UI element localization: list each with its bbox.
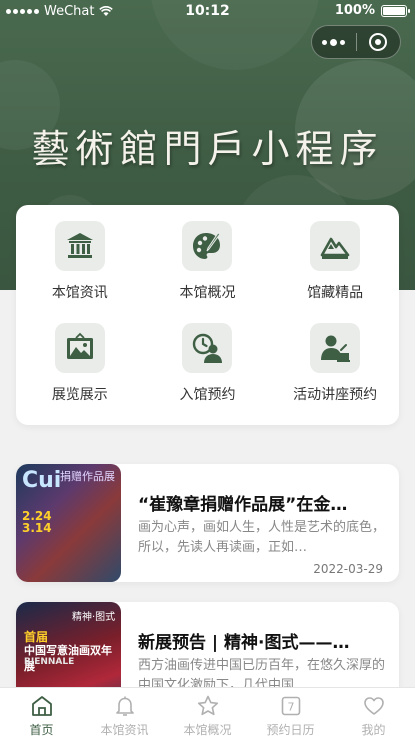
status-right: 100%: [334, 3, 410, 18]
tab-label: 预约日历: [266, 723, 315, 737]
tab-news[interactable]: 本馆资讯: [83, 688, 166, 745]
function-grid: 本馆资讯 本馆概况 馆藏精品 展览展示 入馆预约 活动讲座预约: [16, 205, 399, 425]
tab-calendar[interactable]: 7 预约日历: [249, 688, 332, 745]
grid-item-overview[interactable]: 本馆概况: [144, 221, 272, 321]
article-title: 新展预告 | 精神·图式——…: [138, 633, 350, 653]
thumbnail-text: BIENNALE: [24, 657, 75, 667]
palette-brush-icon: [182, 221, 233, 271]
museum-building-icon: [54, 221, 105, 271]
miniprogram-capsule: [311, 25, 401, 59]
grid-label: 展览展示: [51, 387, 108, 403]
article-date: 2022-03-29: [313, 562, 383, 576]
grid-item-reservation[interactable]: 入馆预约: [144, 323, 272, 423]
thumbnail-dates: 2.24 3.14: [22, 509, 52, 535]
thumbnail-text: 精神·图式: [72, 612, 116, 623]
heart-icon: [363, 697, 384, 715]
app-title: 藝術館門戶小程序: [31, 127, 384, 171]
close-icon[interactable]: [356, 26, 400, 58]
grid-label: 活动讲座预约: [293, 387, 378, 403]
thumbnail-text: Cui: [22, 468, 62, 493]
battery-icon: [381, 4, 410, 17]
grid-label: 入馆预约: [179, 387, 236, 403]
grid-label: 本馆资讯: [51, 285, 108, 301]
tab-home[interactable]: 首页: [0, 688, 83, 745]
grid-label: 馆藏精品: [307, 285, 364, 301]
article-card[interactable]: Cui 捐赠作品展 2.24 3.14 “崔豫章捐赠作品展”在金… 画为心声，画…: [16, 464, 399, 582]
tab-label: 本馆概况: [183, 723, 232, 737]
tab-mine[interactable]: 我的: [332, 688, 415, 745]
framed-landscape-icon: [54, 323, 105, 373]
bell-icon: [115, 696, 134, 716]
grid-item-exhibition[interactable]: 展览展示: [16, 323, 144, 423]
article-title: “崔豫章捐赠作品展”在金…: [138, 495, 348, 515]
grid-item-news[interactable]: 本馆资讯: [16, 221, 144, 321]
thumbnail-text: 捐赠作品展: [60, 470, 115, 483]
battery-percent: 100%: [334, 3, 375, 18]
clock-person-icon: [182, 323, 233, 373]
star-icon: [197, 695, 218, 716]
tab-label: 本馆资讯: [100, 723, 149, 737]
lecture-person-icon: [310, 323, 361, 373]
status-bar: WeChat 10:12 100%: [0, 0, 415, 22]
grid-item-collection[interactable]: 馆藏精品: [271, 221, 399, 321]
tab-label: 我的: [361, 723, 386, 737]
article-desc: 画为心声，画如人生，人性是艺术的底色，所以，先读人再读画，正如…: [138, 520, 386, 555]
calendar-icon: 7: [281, 696, 300, 716]
grid-item-lecture[interactable]: 活动讲座预约: [271, 323, 399, 423]
mountain-picture-icon: [310, 221, 361, 271]
grid-label: 本馆概况: [179, 285, 236, 301]
tab-overview[interactable]: 本馆概况: [166, 688, 249, 745]
tab-label: 首页: [29, 723, 54, 737]
more-icon[interactable]: [312, 26, 356, 58]
article-thumbnail: Cui 捐赠作品展 2.24 3.14: [16, 464, 121, 582]
home-icon: [31, 696, 52, 716]
svg-text:7: 7: [287, 701, 294, 714]
tab-bar: 首页 本馆资讯 本馆概况 7 预约日历 我的: [0, 687, 415, 745]
